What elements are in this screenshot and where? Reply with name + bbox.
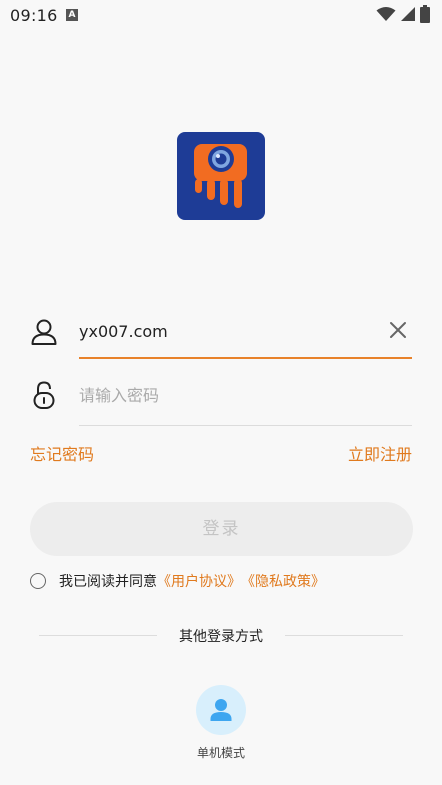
login-button[interactable]: 登录 — [30, 502, 413, 556]
person-icon — [210, 699, 232, 721]
privacy-policy-link[interactable]: 《隐私政策》 — [241, 571, 325, 591]
agree-text: 我已阅读并同意 — [59, 574, 157, 590]
user-icon — [31, 319, 57, 345]
agreement-row: 我已阅读并同意 《用户协议》 《隐私政策》 — [30, 570, 325, 592]
password-input[interactable]: 请输入密码 — [79, 382, 159, 406]
status-icons — [376, 5, 430, 23]
password-field[interactable]: 请输入密码 — [30, 378, 412, 434]
battery-icon — [420, 5, 430, 23]
username-field[interactable]: yx007.com — [30, 310, 412, 366]
password-underline — [79, 425, 412, 426]
camera-logo-icon — [194, 144, 247, 208]
status-time: 09:16 — [10, 6, 58, 25]
status-bar: 09:16 A — [0, 0, 442, 30]
username-input[interactable]: yx007.com — [79, 322, 168, 341]
wifi-icon — [376, 7, 396, 21]
notification-icon: A — [66, 9, 78, 21]
user-agreement-link[interactable]: 《用户协议》 — [157, 571, 241, 591]
username-underline — [79, 357, 412, 359]
forgot-password-link[interactable]: 忘记密码 — [30, 441, 94, 465]
app-logo — [177, 132, 265, 220]
close-icon[interactable] — [388, 320, 408, 340]
single-mode-label: 单机模式 — [196, 746, 245, 760]
register-link[interactable]: 立即注册 — [348, 441, 412, 465]
single-mode-button[interactable] — [196, 685, 246, 735]
signal-icon — [401, 7, 415, 21]
lock-icon — [33, 381, 55, 409]
agree-radio[interactable] — [30, 573, 46, 589]
other-methods-label: 其他登录方式 — [179, 629, 263, 645]
